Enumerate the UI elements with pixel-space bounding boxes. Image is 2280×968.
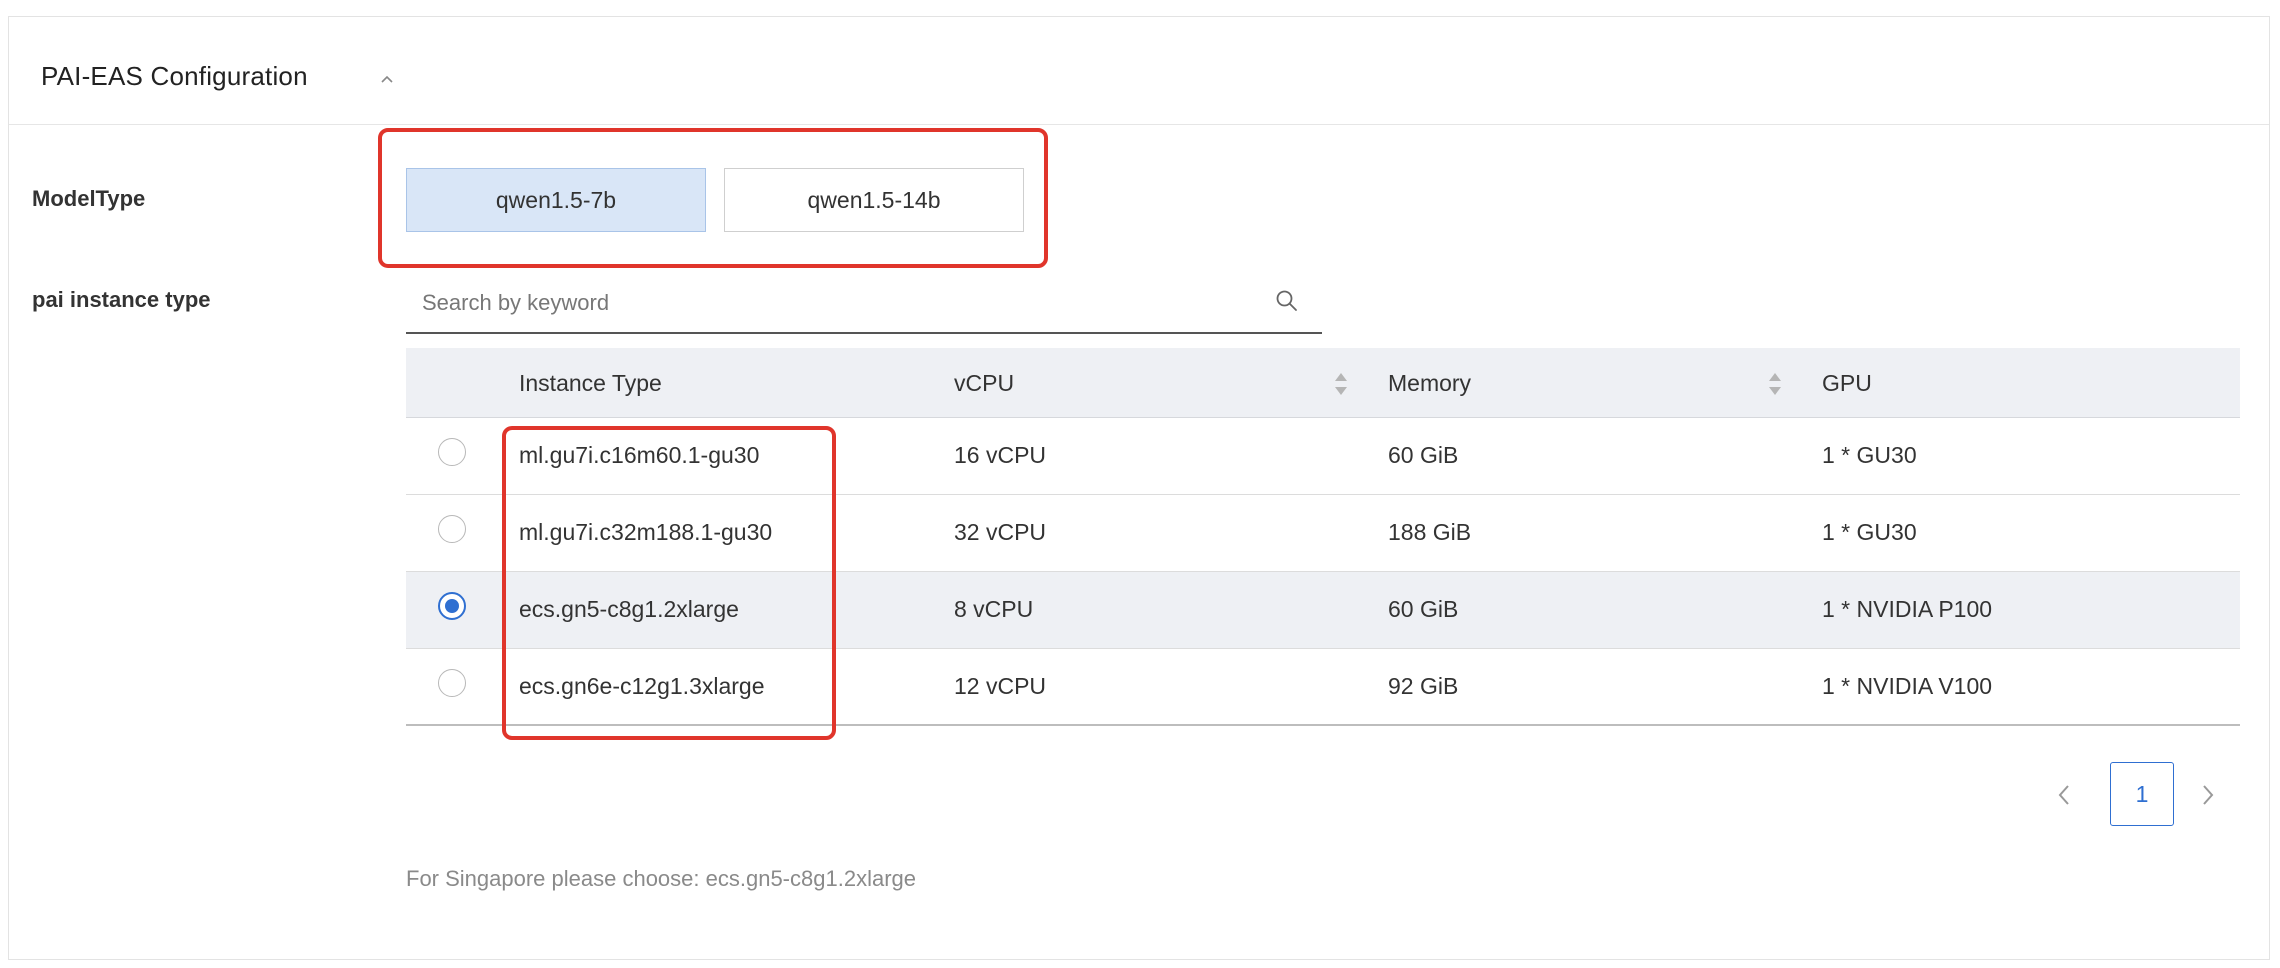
cell-gpu: 1 * GU30 bbox=[1822, 519, 1917, 545]
cell-vcpu: 12 vCPU bbox=[954, 673, 1047, 699]
row-radio[interactable] bbox=[438, 438, 466, 466]
chevron-up-icon[interactable] bbox=[377, 69, 397, 89]
instance-type-table: Instance Type vCPU Memory GPU ml.gu7i.c1… bbox=[406, 348, 2240, 726]
column-header-instance-type: Instance Type bbox=[519, 370, 662, 396]
cell-vcpu: 32 vCPU bbox=[954, 519, 1047, 545]
cell-instance-type: ml.gu7i.c32m188.1-gu30 bbox=[519, 519, 773, 545]
column-header-memory: Memory bbox=[1388, 370, 1472, 396]
page-number: 1 bbox=[2135, 780, 2149, 807]
cell-instance-type: ecs.gn6e-c12g1.3xlarge bbox=[519, 673, 765, 699]
instance-type-label: pai instance type bbox=[32, 287, 211, 312]
search-box bbox=[406, 274, 1322, 334]
pagination-page-button[interactable]: 1 bbox=[2110, 762, 2174, 826]
model-option-label: qwen1.5-14b bbox=[807, 186, 941, 213]
model-option-label: qwen1.5-7b bbox=[495, 186, 617, 213]
cell-instance-type: ml.gu7i.c16m60.1-gu30 bbox=[519, 442, 760, 468]
search-input[interactable] bbox=[420, 282, 1244, 324]
table-row-selected[interactable]: ecs.gn5-c8g1.2xlarge 8 vCPU 60 GiB 1 * N… bbox=[406, 572, 2240, 649]
column-header-gpu: GPU bbox=[1822, 370, 1872, 396]
cell-instance-type: ecs.gn5-c8g1.2xlarge bbox=[519, 596, 739, 622]
cell-memory: 92 GiB bbox=[1388, 673, 1459, 699]
chevron-left-icon[interactable] bbox=[2052, 780, 2076, 810]
panel-title: PAI-EAS Configuration bbox=[41, 61, 308, 91]
cell-memory: 188 GiB bbox=[1388, 519, 1472, 545]
row-radio[interactable] bbox=[438, 669, 466, 697]
hint-text: For Singapore please choose: ecs.gn5-c8g… bbox=[406, 866, 916, 891]
cell-memory: 60 GiB bbox=[1388, 442, 1459, 468]
model-type-label: ModelType bbox=[32, 186, 146, 211]
sort-icon[interactable] bbox=[1332, 370, 1350, 398]
cell-vcpu: 16 vCPU bbox=[954, 442, 1047, 468]
cell-vcpu: 8 vCPU bbox=[954, 596, 1034, 622]
table-header: Instance Type vCPU Memory GPU bbox=[406, 348, 2240, 418]
row-radio[interactable] bbox=[438, 515, 466, 543]
table-row[interactable]: ml.gu7i.c32m188.1-gu30 32 vCPU 188 GiB 1… bbox=[406, 495, 2240, 572]
search-icon[interactable] bbox=[1274, 288, 1300, 314]
model-option-qwen1-5-7b[interactable]: qwen1.5-7b bbox=[406, 168, 706, 232]
row-radio-checked[interactable] bbox=[438, 592, 466, 620]
cell-memory: 60 GiB bbox=[1388, 596, 1459, 622]
chevron-right-icon[interactable] bbox=[2196, 780, 2220, 810]
table-row[interactable]: ml.gu7i.c16m60.1-gu30 16 vCPU 60 GiB 1 *… bbox=[406, 418, 2240, 495]
column-header-vcpu: vCPU bbox=[954, 370, 1015, 396]
cell-gpu: 1 * NVIDIA P100 bbox=[1822, 596, 1993, 622]
cell-gpu: 1 * NVIDIA V100 bbox=[1822, 673, 1993, 699]
panel-header[interactable]: PAI-EAS Configuration bbox=[9, 17, 2269, 125]
cell-gpu: 1 * GU30 bbox=[1822, 442, 1917, 468]
sort-icon[interactable] bbox=[1766, 370, 1784, 398]
table-row[interactable]: ecs.gn6e-c12g1.3xlarge 12 vCPU 92 GiB 1 … bbox=[406, 649, 2240, 726]
model-option-qwen1-5-14b[interactable]: qwen1.5-14b bbox=[724, 168, 1024, 232]
